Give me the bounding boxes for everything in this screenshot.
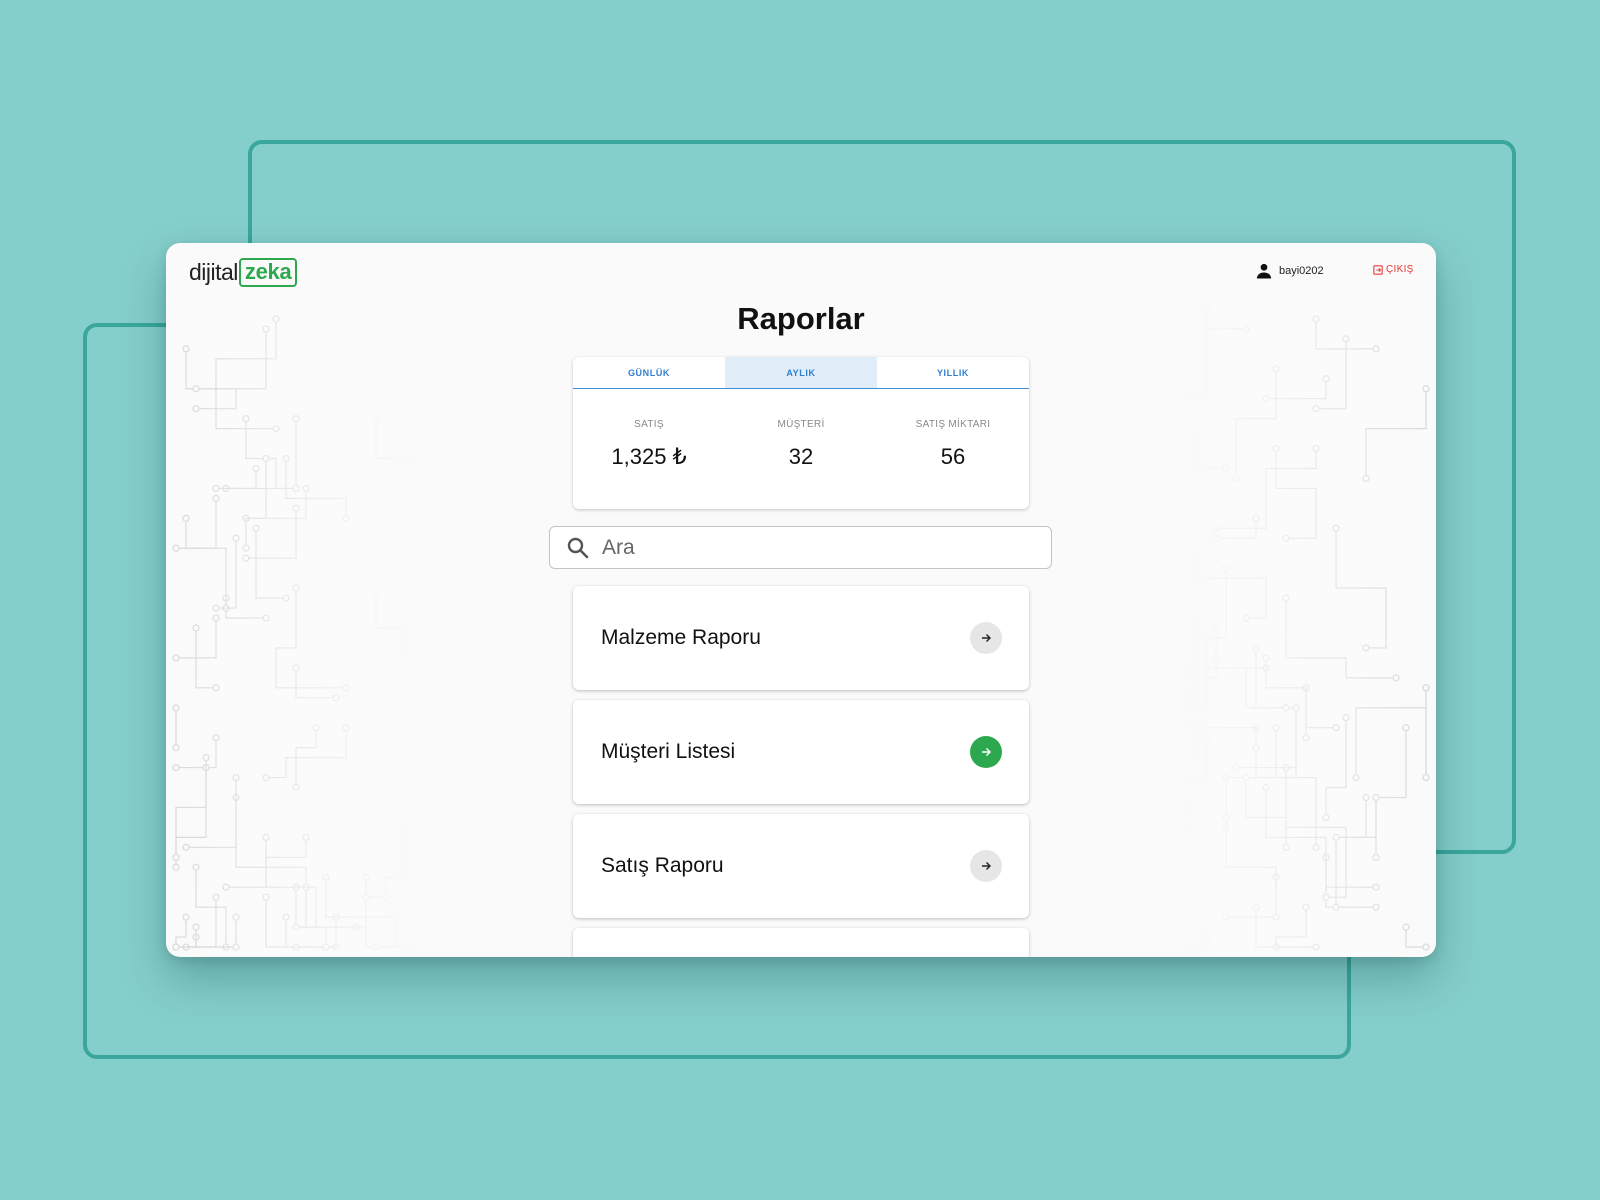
logout-icon <box>1373 264 1383 275</box>
report-list: Malzeme Raporu Müşteri Listesi Satış Rap… <box>573 586 1029 957</box>
stat-sales: SATIŞ 1,325 ₺ <box>573 419 725 470</box>
stat-label: SATIŞ MİKTARI <box>915 419 991 430</box>
arrow-right-icon <box>982 748 991 756</box>
period-tabs: GÜNLÜK AYLIK YILLIK <box>573 357 1029 389</box>
report-label: Müşteri Listesi <box>601 740 736 763</box>
open-report-button[interactable] <box>970 850 1002 882</box>
stat-label: SATIŞ <box>634 419 664 430</box>
open-report-button[interactable] <box>970 736 1002 768</box>
app-window: dijital zeka bayi0202 ÇIKIŞ Raporlar GÜN… <box>166 243 1436 957</box>
summary-card: GÜNLÜK AYLIK YILLIK SATIŞ 1,325 ₺ MÜŞTER… <box>573 357 1029 509</box>
report-item-customer-list[interactable]: Müşteri Listesi <box>573 700 1029 804</box>
logo-accent-box: zeka <box>238 257 298 287</box>
user-icon <box>1256 263 1272 279</box>
logo-accent: zeka <box>244 259 292 284</box>
stat-customers: MÜŞTERİ 32 <box>725 419 877 470</box>
brand-logo[interactable]: dijital zeka <box>189 257 298 287</box>
logo-prefix: dijital <box>189 258 238 285</box>
stat-value: 1,325 ₺ <box>611 444 687 469</box>
user-menu[interactable]: bayi0202 <box>1255 262 1324 280</box>
username: bayi0202 <box>1279 265 1324 277</box>
arrow-right-icon <box>982 862 991 870</box>
tab-yearly[interactable]: YILLIK <box>877 357 1029 388</box>
search-box <box>549 526 1052 569</box>
logout-label: ÇIKIŞ <box>1386 264 1414 275</box>
open-report-button[interactable] <box>970 622 1002 654</box>
stat-sales-quantity: SATIŞ MİKTARI 56 <box>877 419 1029 470</box>
stats-row: SATIŞ 1,325 ₺ MÜŞTERİ 32 SATIŞ MİKTARI 5… <box>573 389 1029 470</box>
report-label: Satış Raporu <box>601 854 724 877</box>
circuit-pattern-right <box>1176 299 1436 957</box>
report-label: Malzeme Raporu <box>601 626 761 649</box>
arrow-right-icon <box>982 634 991 642</box>
stat-value: 56 <box>940 444 966 469</box>
stat-value: 32 <box>788 444 814 469</box>
report-item-material[interactable]: Malzeme Raporu <box>573 586 1029 690</box>
report-item-partial[interactable] <box>573 928 1029 957</box>
circuit-pattern-left <box>166 299 426 957</box>
stat-label: MÜŞTERİ <box>777 419 825 430</box>
report-item-sales[interactable]: Satış Raporu <box>573 814 1029 918</box>
page-title: Raporlar <box>737 301 865 336</box>
search-icon <box>567 537 589 558</box>
tab-daily[interactable]: GÜNLÜK <box>573 357 725 388</box>
logout-button[interactable]: ÇIKIŞ <box>1373 264 1414 275</box>
search-input[interactable] <box>602 535 1022 560</box>
tab-monthly[interactable]: AYLIK <box>725 357 877 388</box>
top-bar: dijital zeka bayi0202 ÇIKIŞ <box>166 243 1436 299</box>
